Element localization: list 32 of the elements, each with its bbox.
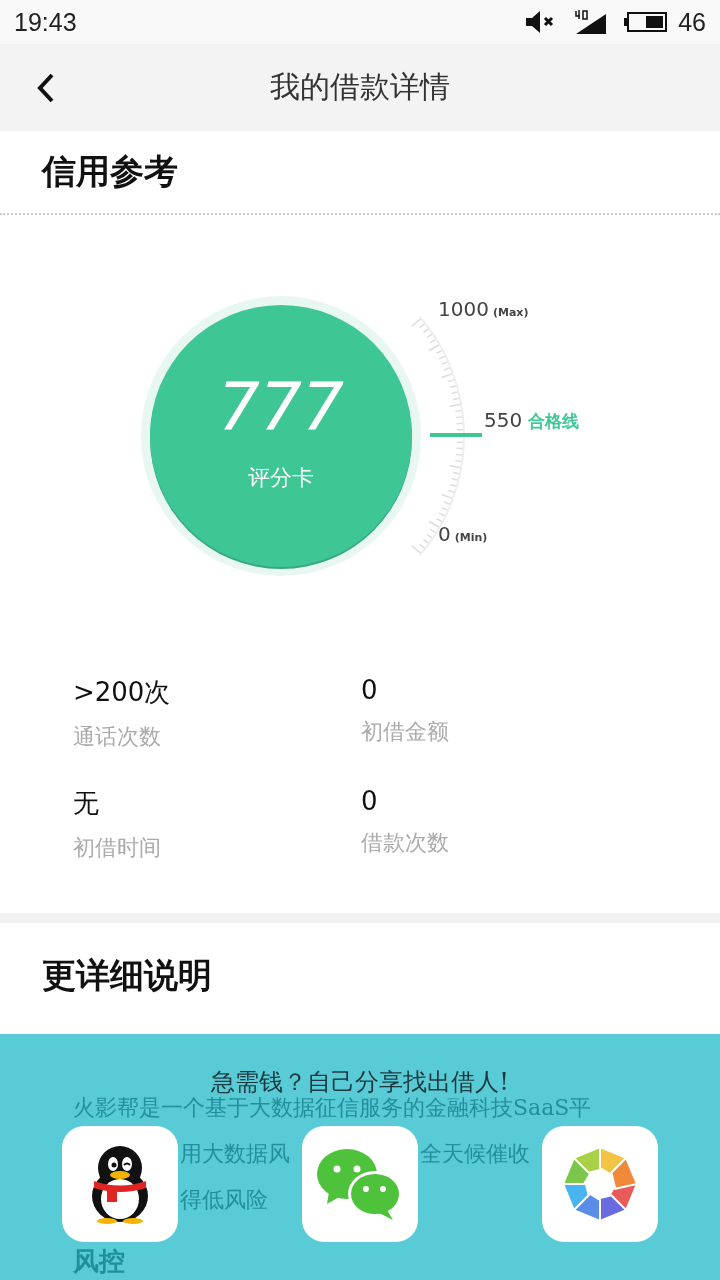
score-label: 评分卡 [248,464,314,492]
stat-value: 0 [361,675,379,705]
stat-label: 初借时间 [73,834,162,862]
min-value: 0 [438,522,451,546]
description-text: 全天候催收 [420,1142,531,1166]
aperture-icon [562,1146,638,1222]
max-note: (Max) [492,306,529,319]
signal-icon [574,10,607,34]
section-heading: 更详细说明 [41,954,213,997]
battery-icon [624,12,669,32]
battery-level: 46 [678,7,706,37]
section-heading: 信用参考 [40,150,179,193]
description-text: 火影帮是一个基于大数据征信服务的金融科技SaaS平 [72,1096,593,1120]
page-title: 我的借款详情 [270,68,450,106]
max-value: 1000 [438,297,489,321]
share-target-button[interactable] [62,1126,178,1242]
stat-label: 借款次数 [361,829,450,857]
description-text: 用大数据风 [180,1142,291,1166]
pass-label: 合格线 [528,410,580,433]
pass-value: 550 [484,408,523,432]
description-subheading: 风控 [72,1246,126,1276]
stat-label: 初借金额 [361,718,450,746]
description-text: 得低风险 [180,1188,269,1212]
share-title: 急需钱？自己分享找出借人! [210,1067,510,1097]
score-value: 777 [218,375,344,441]
status-time: 19:43 [14,7,77,37]
back-icon [36,72,56,104]
stat-label: 通话次数 [73,723,162,751]
stat-value: 0 [361,786,379,816]
stat-value: >200次 [73,676,172,709]
stat-value: 无 [73,787,100,820]
min-note: (Min) [454,531,488,544]
